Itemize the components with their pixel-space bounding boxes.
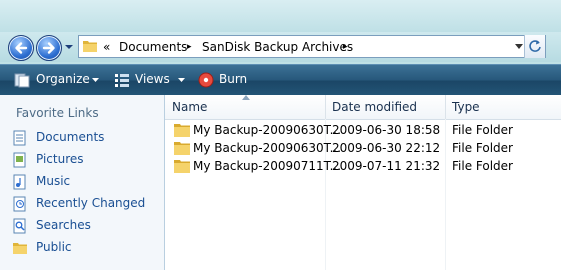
recent-pages-dropdown-icon[interactable] xyxy=(64,43,74,51)
organize-button[interactable]: Organize xyxy=(36,72,90,86)
breadcrumb-overflow[interactable]: « xyxy=(103,40,110,54)
burn-disc-icon xyxy=(198,72,214,88)
command-toolbar: Organize Views Burn xyxy=(0,64,561,96)
file-name: My Backup-20090630T... xyxy=(193,123,342,137)
file-date-modified: 2009-06-30 18:58 xyxy=(332,123,441,137)
recently-changed-icon xyxy=(13,196,26,212)
file-type: File Folder xyxy=(452,159,513,173)
organize-dropdown-icon[interactable] xyxy=(92,78,99,83)
pictures-icon xyxy=(13,152,26,168)
file-list: Name Date modified Type My Backup-200906… xyxy=(165,95,561,270)
column-header-type[interactable]: Type xyxy=(445,95,561,119)
documents-icon xyxy=(13,130,26,146)
file-name: My Backup-20090711T... xyxy=(193,159,342,173)
navigation-bar: « Documents ▸ SanDisk Backup Archives ▸ xyxy=(0,32,561,62)
file-name: My Backup-20090630T... xyxy=(193,141,342,155)
views-dropdown-icon[interactable] xyxy=(178,78,185,83)
nav-item-label: Public xyxy=(36,240,72,254)
file-row[interactable]: My Backup-20090630T... 2009-06-30 22:12 … xyxy=(165,139,561,157)
column-header-row: Name Date modified Type xyxy=(165,95,561,120)
forward-arrow-icon xyxy=(42,42,55,54)
address-dropdown-icon[interactable] xyxy=(515,44,523,50)
column-header-label: Date modified xyxy=(332,100,418,114)
folder-icon xyxy=(174,124,190,137)
burn-button[interactable]: Burn xyxy=(219,72,247,86)
refresh-icon xyxy=(529,40,541,52)
views-icon xyxy=(115,74,129,87)
nav-item-label: Music xyxy=(36,174,71,188)
nav-item-label: Documents xyxy=(36,130,105,144)
nav-item-label: Searches xyxy=(36,218,91,232)
views-button[interactable]: Views xyxy=(135,72,170,86)
folder-icon xyxy=(174,160,190,173)
nav-item-label: Recently Changed xyxy=(36,196,146,210)
folder-icon xyxy=(174,142,190,155)
navigation-pane: Favorite Links Documents Pictures Music … xyxy=(0,95,165,270)
breadcrumb-separator-icon[interactable]: ▸ xyxy=(343,42,348,52)
back-button[interactable] xyxy=(8,35,34,61)
file-date-modified: 2009-07-11 21:32 xyxy=(332,159,441,173)
file-row[interactable]: My Backup-20090711T... 2009-07-11 21:32 … xyxy=(165,157,561,175)
file-date-modified: 2009-06-30 22:12 xyxy=(332,141,441,155)
file-type: File Folder xyxy=(452,141,513,155)
organize-icon xyxy=(14,73,30,88)
sort-ascending-icon xyxy=(242,95,250,100)
column-header-label: Name xyxy=(172,100,208,114)
column-header-date-modified[interactable]: Date modified xyxy=(325,95,446,119)
column-header-name[interactable]: Name xyxy=(165,95,326,119)
file-row[interactable]: My Backup-20090630T... 2009-06-30 18:58 … xyxy=(165,121,561,139)
refresh-button[interactable] xyxy=(524,35,545,58)
breadcrumb-separator-icon[interactable]: ▸ xyxy=(187,42,192,52)
back-arrow-icon xyxy=(15,42,28,54)
searches-icon xyxy=(13,218,26,234)
music-icon xyxy=(13,174,26,190)
forward-button[interactable] xyxy=(36,35,62,61)
window-title-bar xyxy=(0,0,561,32)
favorite-links-header: Favorite Links xyxy=(16,106,99,120)
breadcrumb-documents[interactable]: Documents xyxy=(119,40,187,54)
file-type: File Folder xyxy=(452,123,513,137)
nav-item-label: Pictures xyxy=(36,152,84,166)
public-folder-icon xyxy=(13,243,27,254)
column-header-label: Type xyxy=(452,100,480,114)
breadcrumb-sandisk-backup-archives[interactable]: SanDisk Backup Archives xyxy=(202,40,353,54)
folder-icon xyxy=(83,41,97,52)
address-bar[interactable]: « Documents ▸ SanDisk Backup Archives ▸ xyxy=(78,35,546,58)
